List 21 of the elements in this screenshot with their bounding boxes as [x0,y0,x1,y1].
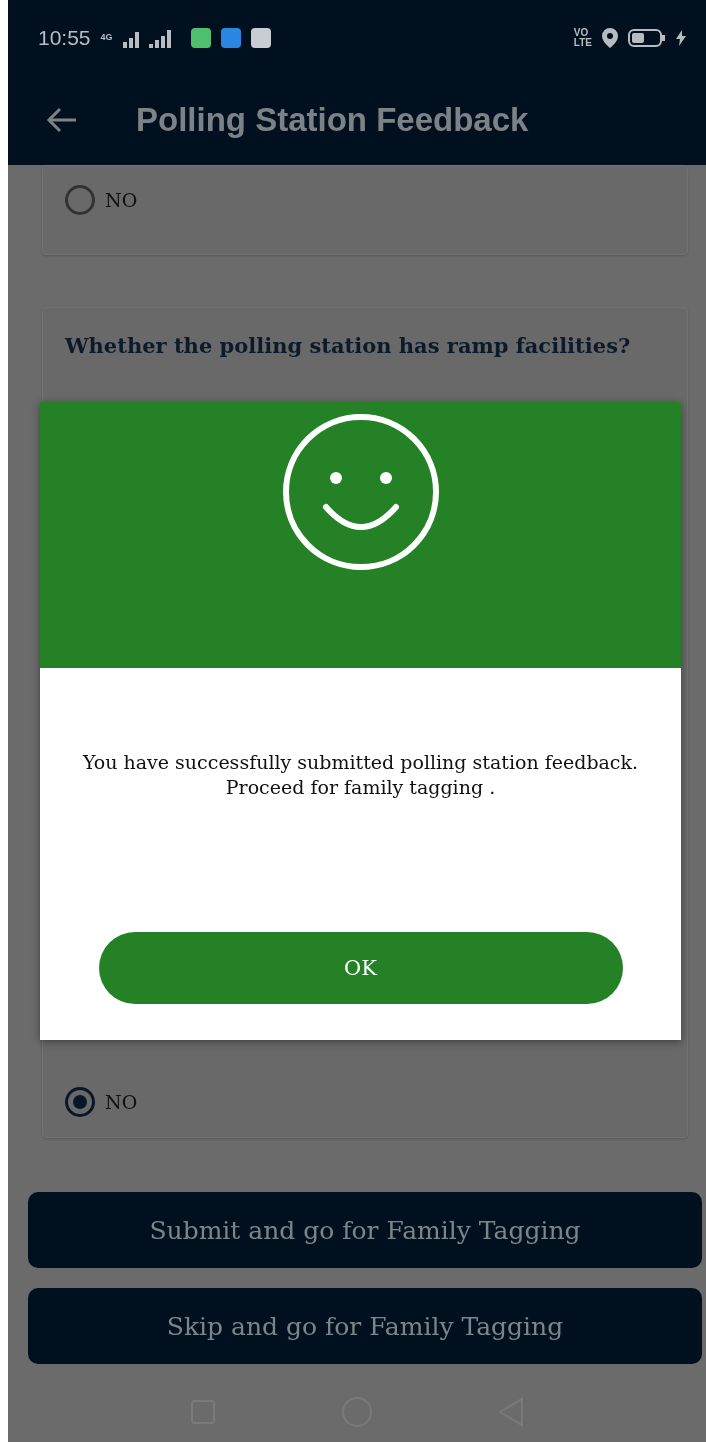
option-label: NO [105,189,138,211]
action-button[interactable]: Skip and go for Family Tagging [28,1288,702,1364]
usb-notification-icon [220,27,241,48]
screen-title: Polling Station Feedback [136,101,529,139]
radio-button[interactable] [65,185,95,215]
volte-label: VO LTE [573,27,592,48]
status-time: 10:55 [38,25,91,50]
image-notification-icon [250,27,271,48]
battery-icon [628,28,666,47]
question-text: Whether the polling station has ramp facilities? [65,334,632,358]
option-label: NO [105,1091,138,1113]
location-icon [602,27,618,48]
smiley-icon [280,412,441,572]
action-button[interactable]: Submit and go for Family Tagging [28,1192,702,1268]
network-label: 4G [100,33,113,42]
dialog-message: You have successfully submitted polling station feedback. Proceed for family tagging . [81,750,640,800]
app-notification-icon [190,27,211,48]
charging-icon [676,29,686,46]
radio-button[interactable] [65,1087,95,1117]
back-arrow-icon[interactable] [46,107,78,133]
ok-button[interactable]: OK [98,932,623,1004]
